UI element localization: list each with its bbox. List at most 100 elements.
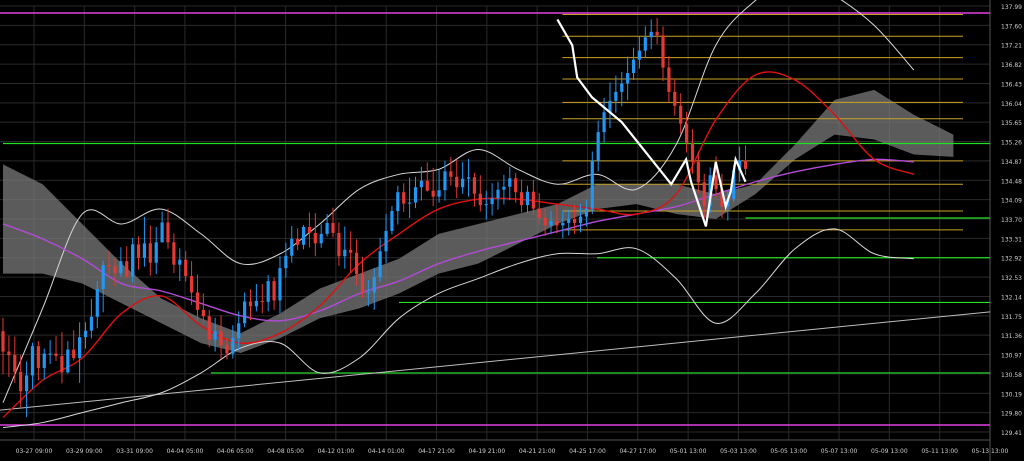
candle-body: [514, 178, 518, 193]
candle-body: [443, 171, 447, 191]
candle-body: [531, 191, 535, 209]
candle-body: [7, 351, 11, 356]
x-tick-label: 03-31 09:00: [116, 448, 153, 455]
y-tick-label: 134.48: [1001, 178, 1022, 185]
x-tick-label: 04-04 05:00: [167, 448, 204, 455]
candle-body: [154, 242, 158, 263]
candle-body: [396, 192, 400, 212]
candle-body: [13, 355, 17, 372]
candle-body: [679, 105, 683, 124]
y-tick-label: 137.21: [1001, 43, 1022, 50]
candle-body: [567, 219, 571, 223]
x-tick-label: 04-14 01:00: [368, 448, 405, 455]
candle-body: [148, 243, 152, 263]
candle-body: [390, 211, 394, 231]
candle-body: [19, 371, 23, 392]
candle-body: [166, 222, 170, 243]
x-tick-label: 05-05 13:00: [770, 448, 807, 455]
x-tick-label: 04-19 21:00: [469, 448, 506, 455]
candle-body: [449, 171, 453, 177]
y-tick-label: 131.36: [1001, 333, 1022, 340]
candle-body: [402, 192, 406, 204]
candle-body: [702, 182, 706, 207]
candle-body: [696, 161, 700, 183]
y-tick-label: 136.04: [1001, 101, 1022, 108]
candle-body: [72, 349, 76, 359]
candle-body: [30, 346, 35, 376]
candle-body: [602, 112, 606, 133]
candle-body: [743, 160, 748, 169]
candle-body: [24, 375, 29, 392]
x-tick-label: 05-03 13:00: [720, 448, 757, 455]
candle-body: [60, 356, 64, 373]
candle-body: [614, 91, 618, 101]
candle-body: [466, 177, 471, 179]
candle-body: [690, 142, 695, 162]
candle-body: [142, 243, 147, 258]
candle-body: [490, 198, 494, 205]
candle-body: [296, 238, 300, 245]
candle-body: [478, 193, 482, 206]
candle-body: [119, 261, 123, 274]
candle-body: [384, 230, 388, 252]
candle-body: [42, 353, 46, 368]
candle-body: [337, 232, 341, 257]
candle-body: [561, 222, 565, 226]
candle-body: [590, 160, 594, 209]
candle-body: [225, 345, 229, 354]
candle-body: [525, 191, 530, 206]
candle-body: [331, 222, 335, 233]
candle-body: [272, 281, 276, 301]
candle-body: [584, 208, 588, 217]
candle-body: [349, 249, 353, 253]
y-tick-label: 130.97: [1001, 353, 1022, 360]
y-tick-label: 133.31: [1001, 236, 1022, 243]
candle-body: [125, 261, 129, 277]
candlestick-chart: 137.99 137.60 137.21 136.82 136.43 136.04 135.…: [0, 0, 1024, 461]
y-tick-label: 135.65: [1001, 120, 1022, 127]
y-tick-label: 129.41: [1001, 430, 1022, 437]
candle-body: [307, 226, 312, 233]
candle-body: [455, 176, 459, 188]
candle-body: [113, 266, 117, 274]
candle-body: [502, 186, 506, 190]
candle-body: [413, 187, 418, 203]
candle-body: [366, 292, 370, 294]
candle-body: [290, 238, 294, 256]
candle-body: [78, 337, 82, 359]
y-tick-label: 137.99: [1001, 4, 1022, 11]
candle-body: [189, 276, 194, 293]
candle-body: [131, 244, 135, 277]
candle-body: [496, 189, 500, 199]
candle-body: [508, 178, 512, 187]
candle-body: [596, 132, 600, 161]
x-tick-label: 05-07 13:00: [821, 448, 858, 455]
candle-body: [649, 31, 653, 38]
candle-body: [83, 330, 88, 338]
candle-body: [437, 190, 441, 197]
candle-body: [578, 216, 583, 223]
y-tick-label: 132.92: [1001, 256, 1022, 263]
candle-body: [178, 259, 182, 265]
x-tick-label: 05-09 13:00: [871, 448, 908, 455]
x-tick-label: 04-08 05:00: [267, 448, 304, 455]
candle-body: [201, 309, 205, 317]
x-tick-label: 03-29 09:00: [66, 448, 103, 455]
candle-body: [519, 192, 524, 206]
candle-body: [461, 178, 465, 188]
y-tick-label: 134.09: [1001, 198, 1022, 205]
candle-body: [661, 35, 665, 68]
candle-body: [673, 91, 677, 106]
candle-body: [66, 349, 70, 373]
candle-body: [231, 338, 235, 354]
candle-body: [107, 265, 111, 267]
candle-body: [425, 180, 429, 191]
candle-body: [136, 244, 141, 258]
candle-body: [543, 218, 547, 226]
candle-body: [537, 208, 541, 219]
candle-body: [195, 292, 200, 310]
candle-body: [101, 265, 105, 290]
candle-body: [266, 281, 270, 302]
y-tick-label: 132.14: [1001, 294, 1022, 301]
y-tick-label: 137.60: [1001, 23, 1022, 30]
